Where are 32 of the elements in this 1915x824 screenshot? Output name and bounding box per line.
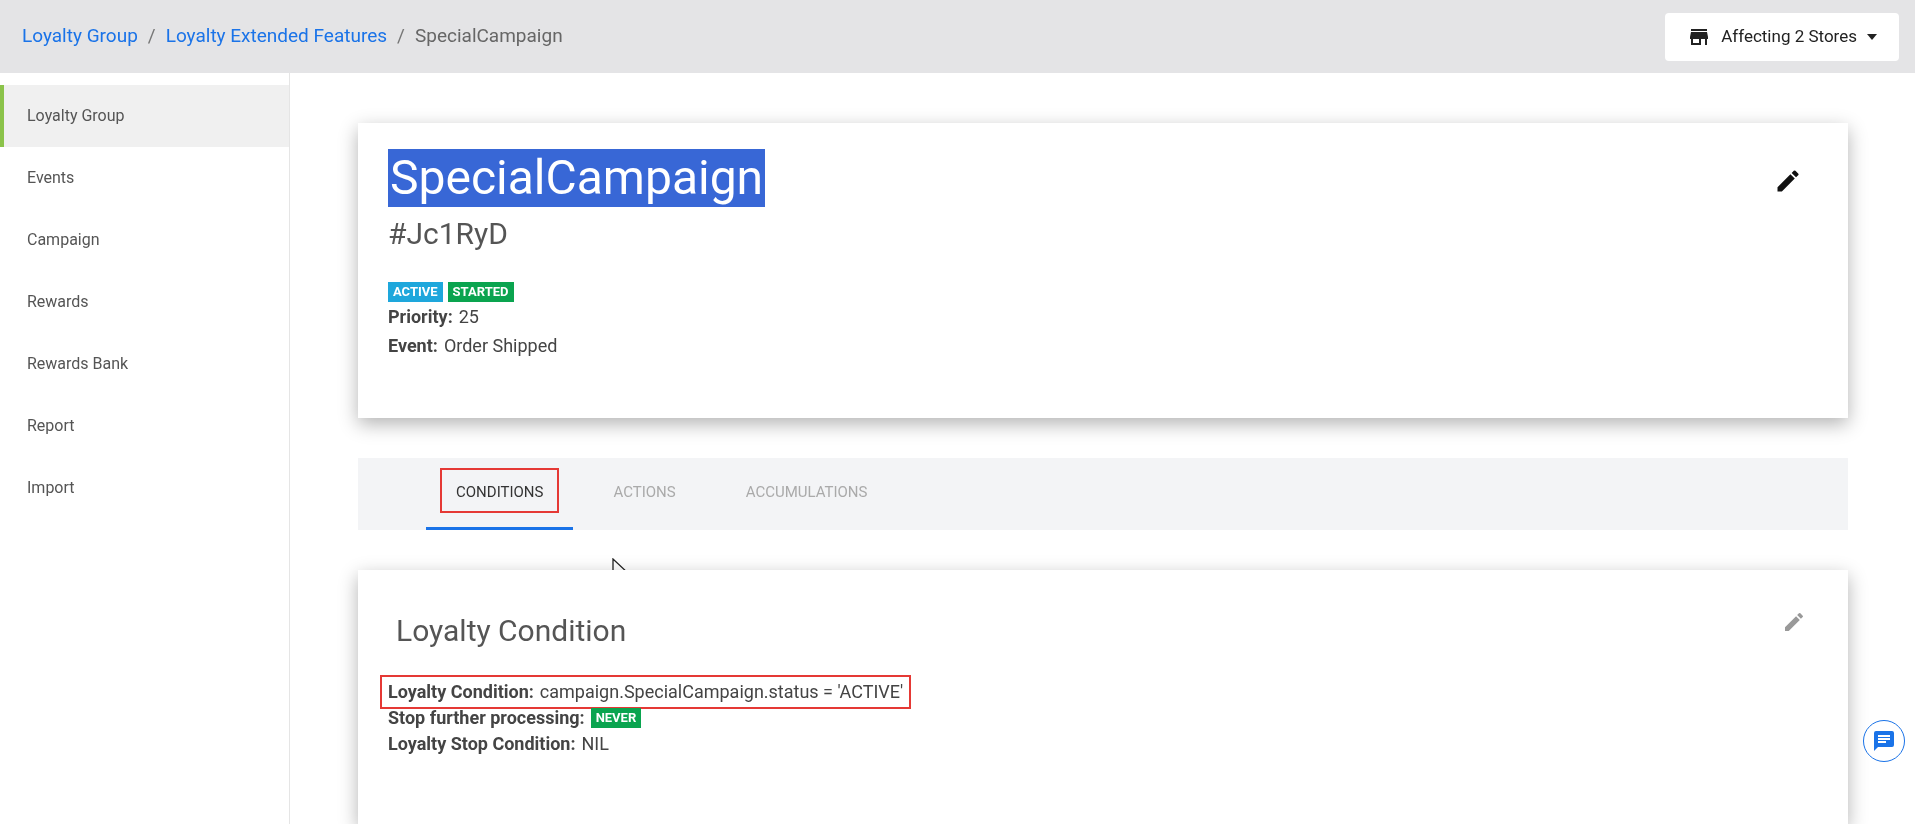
status-badge: STARTED (447, 282, 514, 302)
sidebar-item[interactable]: Import (0, 457, 289, 519)
sidebar-item[interactable]: Rewards (0, 271, 289, 333)
card-title: Loyalty Condition (396, 612, 627, 650)
status-badge: NEVER (590, 708, 642, 728)
chat-button[interactable] (1863, 720, 1905, 762)
field-value: 25 (458, 305, 479, 329)
field-value: campaign.SpecialCampaign.status = 'ACTIVE' (539, 680, 904, 704)
breadcrumb-current: SpecialCampaign (414, 23, 563, 50)
campaign-code: #Jc1RyD (388, 215, 509, 253)
chat-icon (1872, 729, 1896, 753)
field-value: Order Shipped (443, 334, 558, 358)
breadcrumb-separator: / (147, 23, 156, 50)
store-dropdown-button[interactable]: Affecting 2 Stores (1665, 12, 1899, 61)
field-label: Stop further processing: (388, 706, 585, 730)
field-label: Priority: (388, 305, 453, 329)
status-badge: ACTIVE (388, 282, 443, 302)
sidebar-item[interactable]: Events (0, 147, 289, 209)
caret-icon (1867, 33, 1877, 40)
breadcrumb-separator: / (397, 23, 405, 50)
sidebar-item[interactable]: Report (0, 395, 289, 457)
sidebar-item[interactable]: Rewards Bank (0, 333, 289, 395)
field-label: Event: (388, 334, 438, 358)
campaign-title: SpecialCampaign (388, 149, 766, 207)
breadcrumb-link[interactable]: Loyalty Group (22, 22, 138, 51)
field-label: Loyalty Stop Condition: (388, 732, 576, 756)
field-label: Loyalty Condition: (388, 680, 534, 704)
breadcrumb-link[interactable]: Loyalty Extended Features (165, 22, 388, 51)
sidebar-item[interactable]: Loyalty Group (0, 85, 289, 147)
tab[interactable]: CONDITIONS (426, 458, 574, 530)
field-value: NIL (581, 732, 609, 756)
sidebar-item[interactable]: Campaign (0, 209, 289, 271)
